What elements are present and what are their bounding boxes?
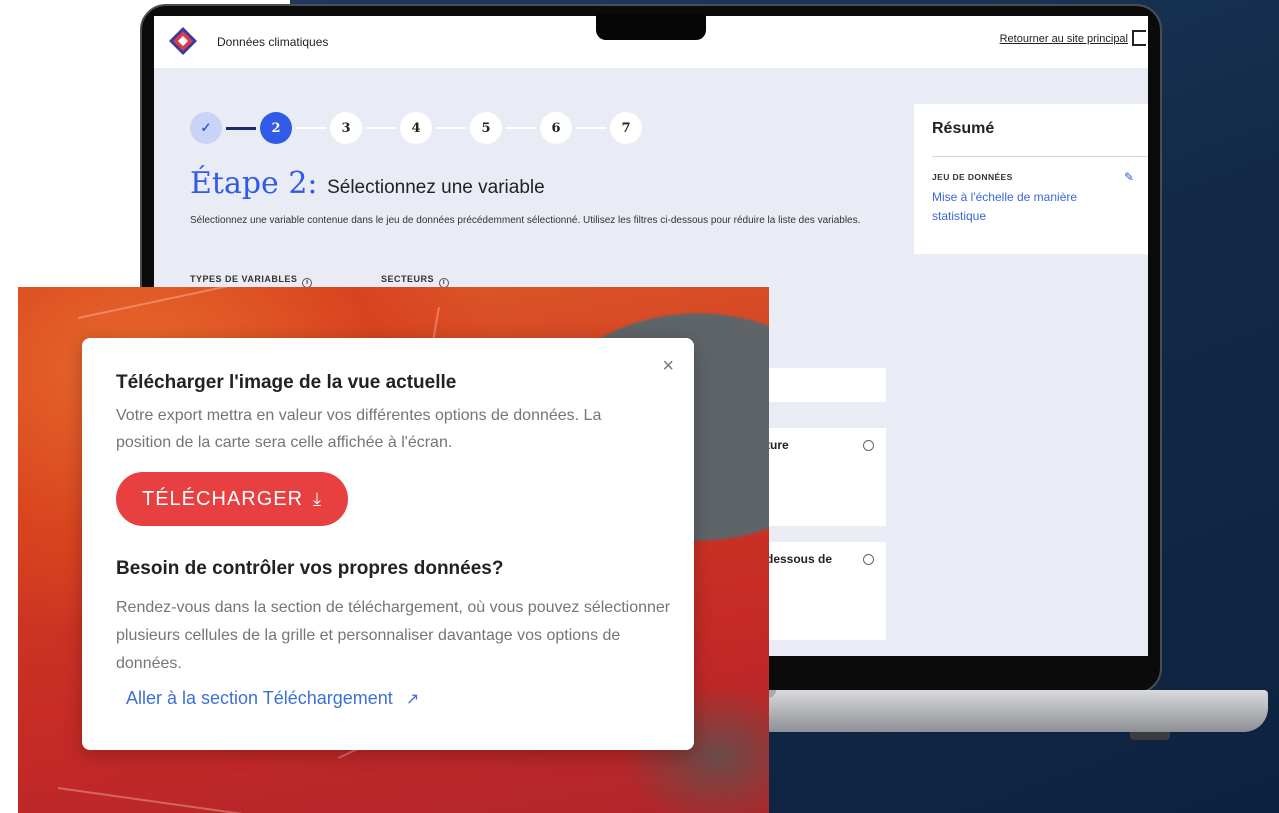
close-icon[interactable]: × [662,356,674,376]
back-to-main-site-link[interactable]: Retourner au site principal [1000,33,1128,45]
step-connector [226,126,256,130]
modal-subtitle: Besoin de contrôler vos propres données? [116,558,504,579]
step-2[interactable]: 2 [260,112,292,144]
step-title-prefix: Étape 2: [190,166,318,201]
logo-icon[interactable] [168,26,198,56]
filter-sectors[interactable]: SECTEURS i [381,274,450,288]
step-1[interactable]: ✓ [190,112,222,144]
exit-icon[interactable] [1132,30,1146,46]
variable-card-label: ture [766,438,789,452]
step-5[interactable]: 5 [470,112,502,144]
app-title: Données climatiques [217,35,329,49]
step-connector [506,127,536,129]
variable-card[interactable]: ture [766,428,886,526]
filter-variable-types[interactable]: TYPES DE VARIABLES i [190,274,313,288]
radio-button[interactable] [863,440,874,451]
download-section-link-label: Aller à la section Téléchargement [126,688,393,708]
dataset-label: JEU DE DONNÉES [932,172,1013,182]
pencil-icon[interactable]: ✎ [1124,170,1134,184]
step-7[interactable]: 7 [610,112,642,144]
map-border-line [57,787,257,813]
step-title: Étape 2: Sélectionnez une variable [190,166,545,201]
dataset-value[interactable]: Mise à l'échelle de manière statistique [932,188,1112,226]
download-button[interactable]: TÉLÉCHARGER ⤓ [116,472,348,526]
filter-sectors-label: SECTEURS [381,274,435,284]
download-icon: ⤓ [313,488,322,509]
radio-button[interactable] [863,554,874,565]
download-button-label: TÉLÉCHARGER [142,487,304,510]
step-3[interactable]: 3 [330,112,362,144]
filter-variable-types-label: TYPES DE VARIABLES [190,274,298,284]
step-4[interactable]: 4 [400,112,432,144]
step-connector [436,127,466,129]
variable-card-label: dessous de [766,552,833,566]
laptop-foot [1130,732,1170,740]
external-link-icon: ↗ [405,691,420,708]
modal-subtext: Rendez-vous dans la section de télécharg… [116,599,671,672]
modal-title: Télécharger l'image de la vue actuelle [116,372,457,393]
download-modal: × Télécharger l'image de la vue actuelle… [82,338,694,750]
step-connector [296,127,326,129]
step-description: Sélectionnez une variable contenue dans … [190,215,861,226]
search-input[interactable] [766,368,886,402]
download-section-link[interactable]: Aller à la section Téléchargement ↗ [126,688,419,709]
step-6[interactable]: 6 [540,112,572,144]
modal-description: Votre export mettra en valeur vos différ… [116,407,602,451]
step-connector [576,127,606,129]
variable-card[interactable]: dessous de [766,542,886,640]
summary-panel: Résumé JEU DE DONNÉES ✎ Mise à l'échelle… [914,104,1148,254]
step-connector [366,127,396,129]
map-border-line [78,287,275,319]
camera-notch [596,14,706,40]
step-title-text: Sélectionnez une variable [327,177,545,198]
stepper: ✓ 2 3 4 5 6 7 [190,112,642,144]
divider [932,156,1148,157]
summary-title: Résumé [932,120,995,137]
